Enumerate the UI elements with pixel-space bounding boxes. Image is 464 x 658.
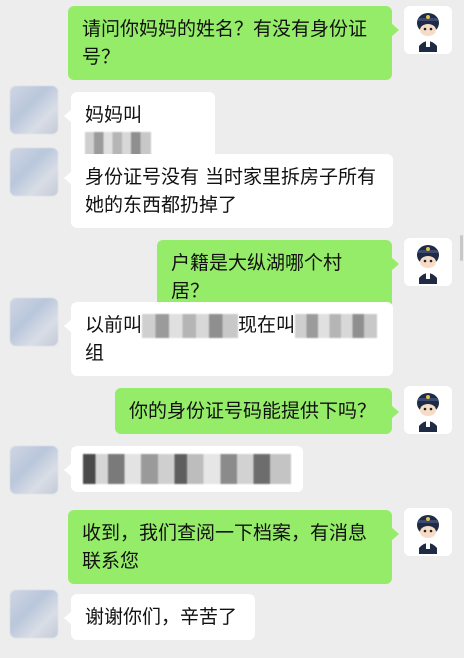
message-bubble-incoming[interactable]	[64, 446, 303, 492]
redacted-id-number-mosaic	[83, 454, 291, 484]
police-officer-icon	[417, 13, 439, 52]
message-text-part: 现在叫	[238, 314, 296, 336]
user-avatar-icon[interactable]	[10, 148, 58, 196]
police-officer-icon	[417, 515, 439, 554]
police-avatar-icon[interactable]	[404, 508, 452, 556]
police-officer-icon	[417, 393, 439, 432]
police-avatar-icon[interactable]	[404, 386, 452, 434]
message-text: 户籍是大纵湖哪个村居？	[171, 252, 343, 302]
message-bubble-outgoing[interactable]: 请问你妈妈的姓名？有没有身份证号？	[68, 6, 399, 80]
message-text-part: 以前叫	[85, 314, 143, 336]
message-bubble-outgoing[interactable]: 你的身份证号码能提供下吗？	[115, 388, 399, 434]
message-bubble-incoming[interactable]: 以前叫 现在叫组	[64, 302, 393, 376]
redacted-old-name-mosaic	[142, 313, 239, 338]
message-text: 你的身份证号码能提供下吗？	[129, 400, 377, 422]
message-text-part: 组	[85, 342, 105, 364]
message-text: 身份证号没有 当时家里拆房子所有她的东西都扔掉了	[85, 166, 377, 216]
message-text: 请问你妈妈的姓名？有没有身份证号？	[82, 18, 368, 68]
user-avatar-icon[interactable]	[10, 298, 58, 346]
message-bubble-outgoing[interactable]: 收到，我们查阅一下档案，有消息联系您	[68, 510, 399, 584]
message-text: 妈妈叫	[85, 104, 143, 126]
message-bubble-incoming[interactable]: 身份证号没有 当时家里拆房子所有她的东西都扔掉了	[64, 154, 393, 228]
message-bubble-incoming[interactable]: 谢谢你们，辛苦了	[64, 594, 255, 640]
police-avatar-icon[interactable]	[404, 6, 452, 54]
police-avatar-icon[interactable]	[404, 238, 452, 286]
user-avatar-icon[interactable]	[10, 446, 58, 494]
message-text: 收到，我们查阅一下档案，有消息联系您	[82, 522, 368, 572]
redacted-new-name-mosaic	[295, 313, 378, 338]
police-officer-icon	[417, 245, 439, 284]
scrollbar[interactable]	[460, 235, 463, 261]
message-text: 谢谢你们，辛苦了	[85, 606, 238, 628]
redacted-name-mosaic	[85, 131, 151, 156]
user-avatar-icon[interactable]	[10, 86, 58, 134]
user-avatar-icon[interactable]	[10, 590, 58, 638]
